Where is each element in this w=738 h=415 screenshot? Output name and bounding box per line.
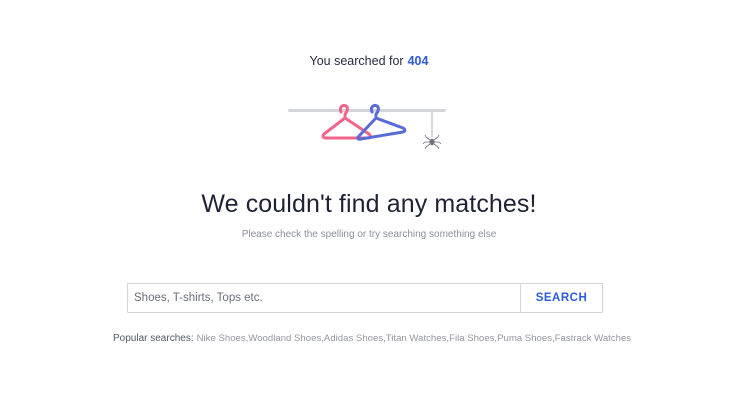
page-title: We couldn't find any matches! [201, 190, 537, 218]
popular-search-link[interactable]: Nike Shoes [197, 333, 246, 344]
popular-searches: Popular searches: Nike Shoes,Woodland Sho… [113, 333, 632, 344]
popular-search-link[interactable]: Adidas Shoes [324, 333, 383, 344]
search-term: 404 [407, 54, 429, 68]
clothes-hanger-rack-icon [286, 98, 448, 154]
popular-search-link[interactable]: Puma Shoes [497, 333, 552, 344]
search-summary-prefix: You searched for [309, 54, 404, 68]
hanger-rail [288, 109, 446, 112]
popular-search-link[interactable]: Fila Shoes [449, 333, 494, 344]
page-subtitle: Please check the spelling or try searchi… [241, 229, 497, 240]
search-summary: You searched for 404 [0, 54, 738, 68]
popular-searches-label: Popular searches: [113, 333, 194, 344]
popular-search-link[interactable]: Titan Watches [386, 333, 447, 344]
popular-search-link[interactable]: Fastrack Watches [555, 333, 631, 344]
popular-search-link[interactable]: Woodland Shoes [248, 333, 321, 344]
search-button[interactable]: SEARCH [520, 284, 602, 312]
search-input[interactable] [128, 284, 520, 312]
search-bar: SEARCH [127, 283, 603, 313]
spider-icon [422, 112, 442, 150]
